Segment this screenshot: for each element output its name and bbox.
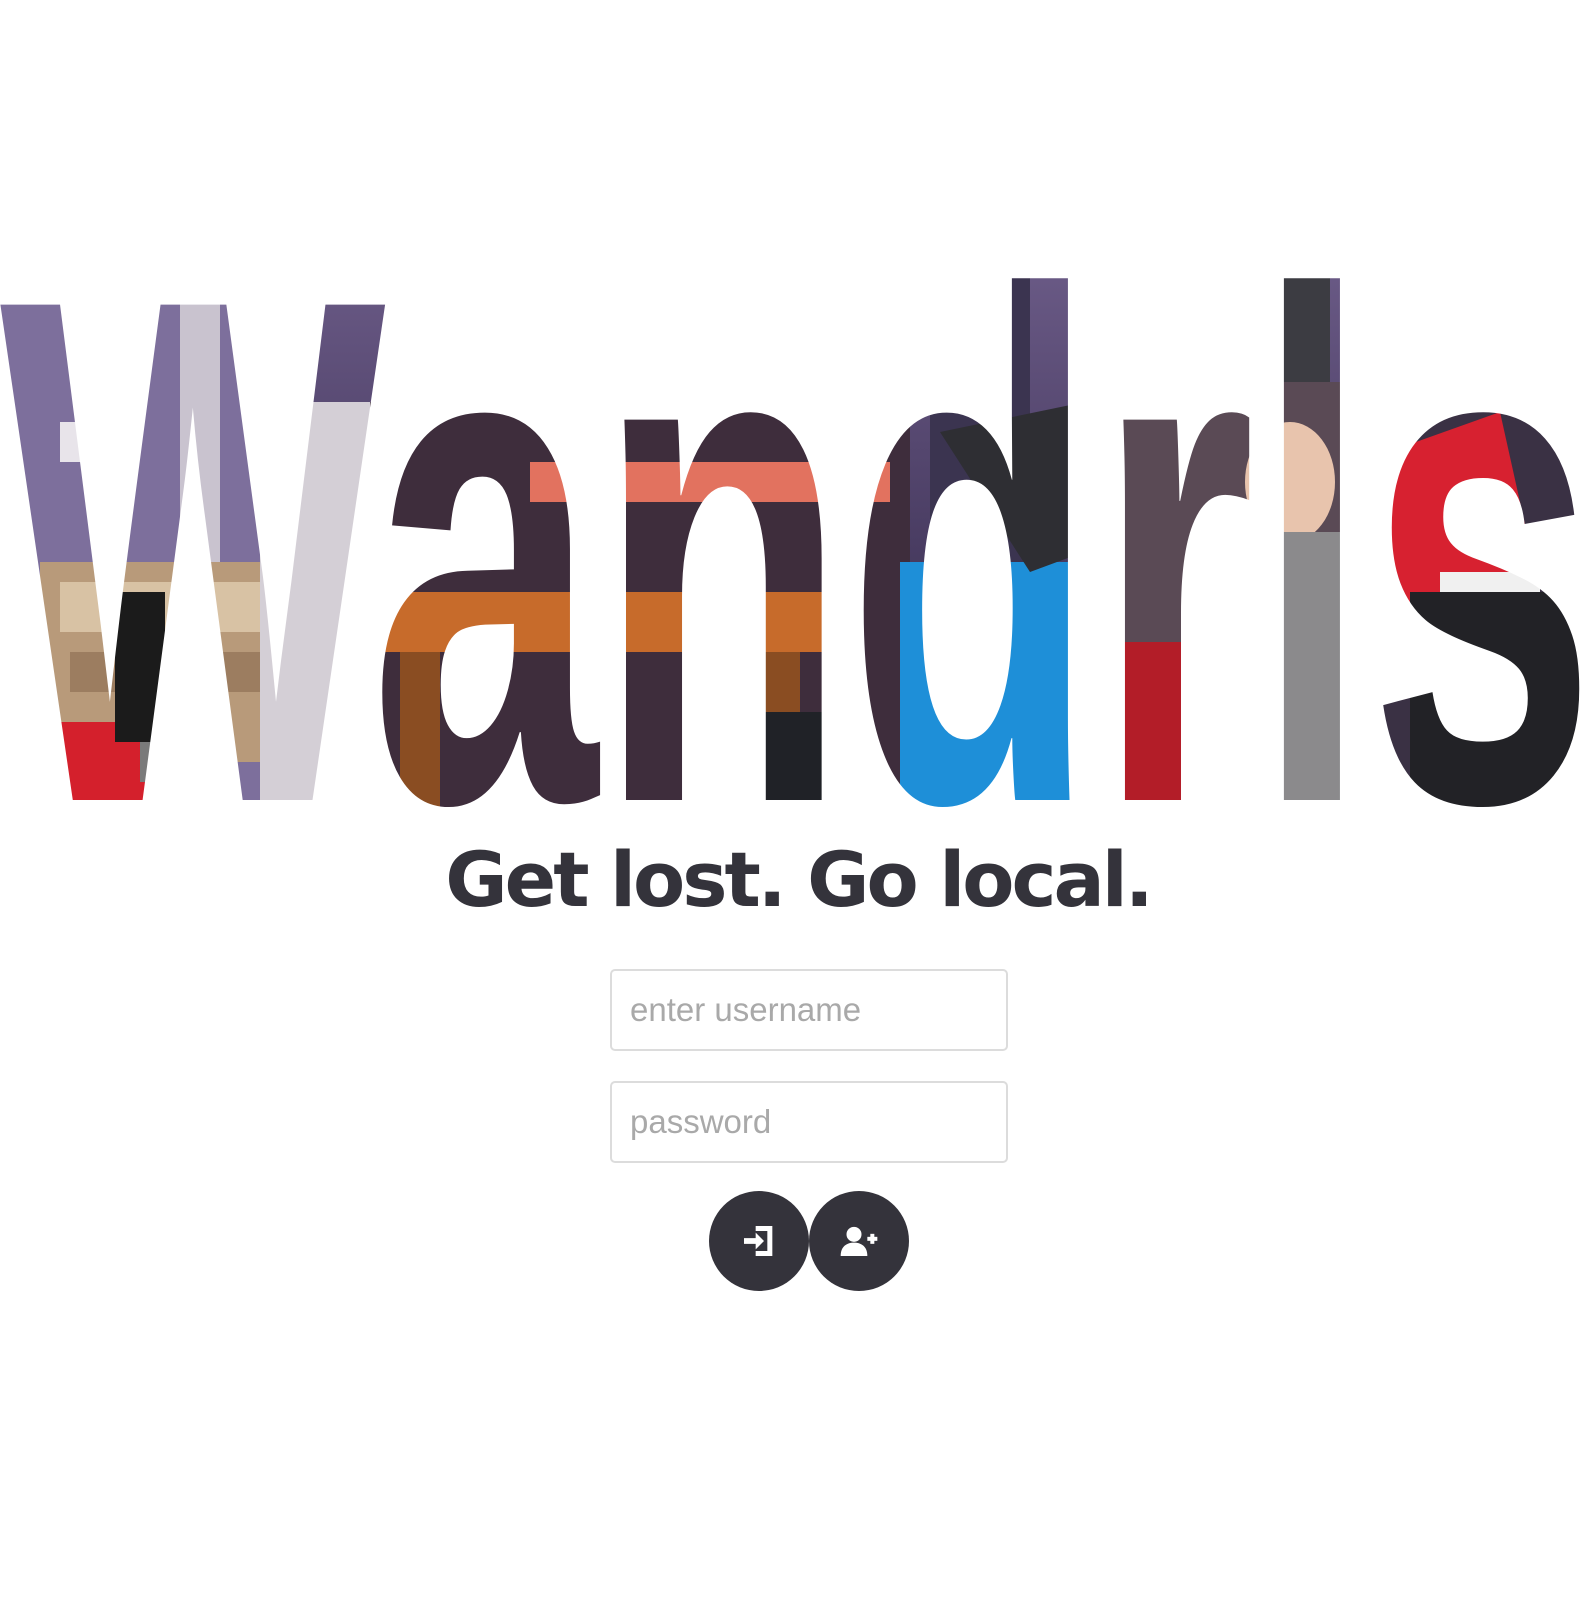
signup-button[interactable]: [809, 1191, 909, 1291]
sign-in-icon: [744, 1226, 773, 1256]
tagline: Get lost. Go local.: [445, 835, 1153, 924]
wandrls-logo: Wandrls: [0, 262, 1596, 822]
login-button[interactable]: [709, 1191, 809, 1291]
password-input[interactable]: [610, 1081, 1008, 1163]
user-add-icon: [840, 1226, 878, 1256]
username-input[interactable]: [610, 969, 1008, 1051]
